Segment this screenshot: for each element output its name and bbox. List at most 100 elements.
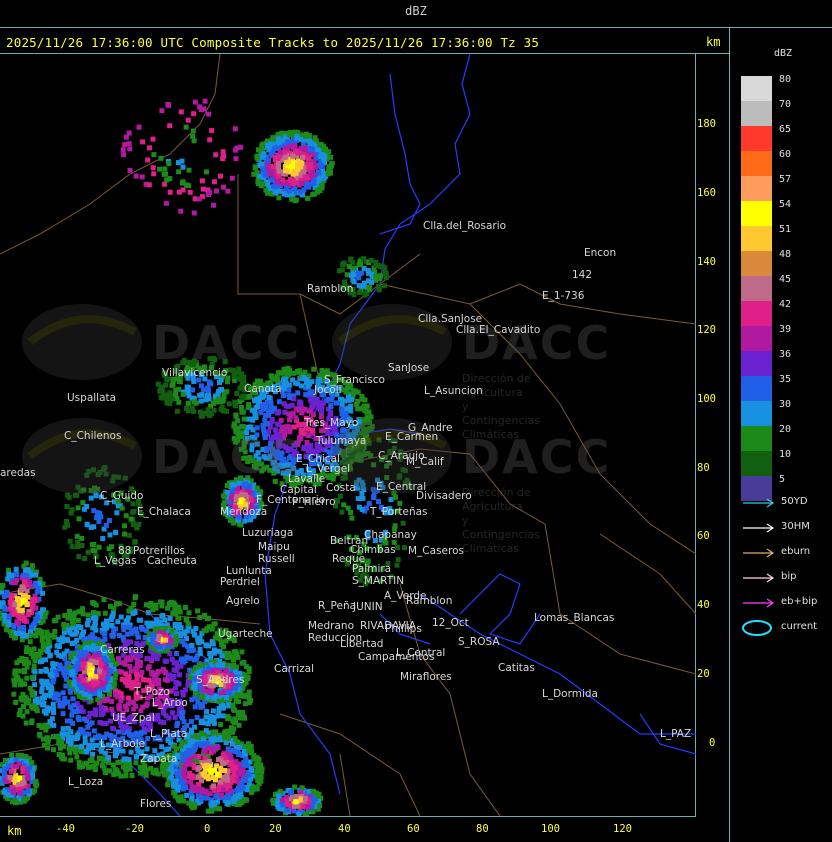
- radar-echo-cell: [204, 762, 210, 768]
- radar-echo-cell: [190, 647, 196, 653]
- radar-echo-cell: [151, 679, 157, 685]
- radar-echo-cell: [264, 421, 270, 427]
- radar-echo-cell: [65, 725, 71, 731]
- radar-echo-cell: [195, 608, 201, 614]
- radar-echo-cell: [260, 394, 265, 400]
- radar-echo-cell: [223, 668, 229, 673]
- radar-echo-cell: [102, 631, 107, 637]
- radar-echo-cell: [12, 763, 18, 769]
- radar-echo-cell: [88, 686, 94, 692]
- radar-map[interactable]: DACC DACC Dirección de Agricultura y Cont…: [0, 54, 696, 816]
- radar-echo-cell: [221, 787, 226, 793]
- radar-echo-cell: [188, 772, 194, 778]
- radar-echo-cell: [129, 773, 135, 778]
- radar-echo-cell: [51, 710, 57, 715]
- radar-echo-cell: [35, 614, 41, 620]
- radar-echo-cell: [133, 760, 139, 766]
- radar-echo-cell: [140, 139, 146, 145]
- radar-echo-cell: [183, 761, 189, 767]
- radar-echo-cell: [113, 529, 118, 535]
- radar-echo-cell: [130, 522, 136, 527]
- radar-echo-cell: [299, 410, 305, 416]
- radar-echo-cell: [68, 741, 74, 747]
- radar-echo-cell: [218, 792, 224, 798]
- radar-header: 2025/11/26 17:36:00 UTC Composite Tracks…: [6, 35, 540, 50]
- radar-echo-cell: [261, 168, 267, 174]
- radar-echo-cell: [135, 659, 141, 665]
- radar-echo-cell: [157, 166, 163, 172]
- radar-echo-cell: [277, 149, 283, 155]
- radar-echo-cell: [91, 524, 97, 530]
- radar-echo-cell: [204, 795, 210, 801]
- radar-echo-cell: [67, 689, 73, 695]
- radar-echo-cell: [180, 638, 186, 644]
- radar-echo-cell: [33, 781, 38, 786]
- radar-echo-cell: [174, 770, 180, 776]
- radar-echo-cell: [224, 695, 229, 701]
- radar-echo-cell: [252, 165, 258, 171]
- radar-echo-cell: [209, 738, 215, 744]
- radar-echo-cell: [76, 516, 82, 522]
- radar-echo-cell: [284, 808, 290, 814]
- radar-echo-cell: [89, 737, 95, 743]
- radar-echo-cell: [266, 395, 272, 400]
- radar-echo-cell: [60, 703, 66, 709]
- radar-echo-cell: [251, 756, 257, 762]
- radar-echo-cell: [65, 637, 71, 643]
- radar-echo-cell: [316, 791, 322, 797]
- radar-echo-cell: [138, 617, 144, 623]
- radar-echo-cell: [107, 768, 113, 774]
- radar-echo-cell: [206, 624, 212, 630]
- radar-echo-cell: [211, 783, 217, 789]
- window-title: dBZ: [405, 4, 427, 18]
- radar-echo-cell: [198, 704, 204, 710]
- radar-echo-cell: [146, 664, 152, 670]
- radar-echo-cell: [164, 644, 170, 650]
- radar-echo-cell: [190, 128, 196, 134]
- radar-echo-cell: [150, 136, 156, 142]
- radar-echo-cell: [53, 693, 59, 699]
- radar-echo-cell: [67, 608, 72, 614]
- radar-echo-cell: [68, 654, 74, 660]
- radar-echo-cell: [146, 182, 152, 188]
- radar-echo-cell: [230, 741, 235, 747]
- place-label: Clla.El_Cavadito: [456, 324, 541, 336]
- radar-echo-cell: [143, 772, 149, 778]
- radar-echo-cell: [1, 612, 7, 618]
- radar-echo-cell: [180, 179, 186, 185]
- radar-echo-cell: [150, 632, 156, 638]
- radar-echo-cell: [74, 629, 80, 635]
- radar-echo-cell: [80, 661, 85, 667]
- radar-echo-cell: [150, 640, 156, 646]
- radar-echo-cell: [121, 627, 127, 633]
- radar-echo-cell: [176, 615, 182, 621]
- radar-echo-cell: [214, 188, 219, 194]
- radar-echo-cell: [90, 600, 96, 605]
- radar-echo-cell: [355, 406, 361, 412]
- radar-echo-cell: [0, 781, 1, 787]
- radar-echo-cell: [6, 615, 12, 620]
- radar-echo-cell: [34, 630, 40, 636]
- radar-echo-cell: [204, 169, 209, 175]
- radar-echo-cell: [115, 759, 121, 765]
- radar-echo-cell: [140, 767, 146, 773]
- radar-echo-cell: [128, 630, 134, 636]
- radar-echo-cell: [197, 409, 203, 415]
- radar-echo-cell: [128, 668, 134, 674]
- radar-echo-cell: [65, 627, 71, 633]
- radar-echo-cell: [285, 139, 291, 145]
- radar-echo-cell: [247, 424, 253, 430]
- radar-echo-cell: [144, 620, 150, 626]
- radar-echo-cell: [199, 741, 205, 747]
- radar-echo-cell: [166, 715, 172, 721]
- radar-echo-cell: [290, 178, 296, 184]
- radar-echo-cell: [256, 147, 261, 153]
- radar-echo-cell: [188, 655, 193, 661]
- radar-echo-cell: [67, 750, 73, 756]
- radar-echo-cell: [123, 773, 129, 779]
- radar-echo-cell: [76, 676, 82, 682]
- radar-echo-cell: [220, 149, 226, 155]
- radar-echo-cell: [92, 653, 97, 659]
- radar-echo-cell: [349, 515, 355, 521]
- radar-echo-cell: [79, 535, 85, 541]
